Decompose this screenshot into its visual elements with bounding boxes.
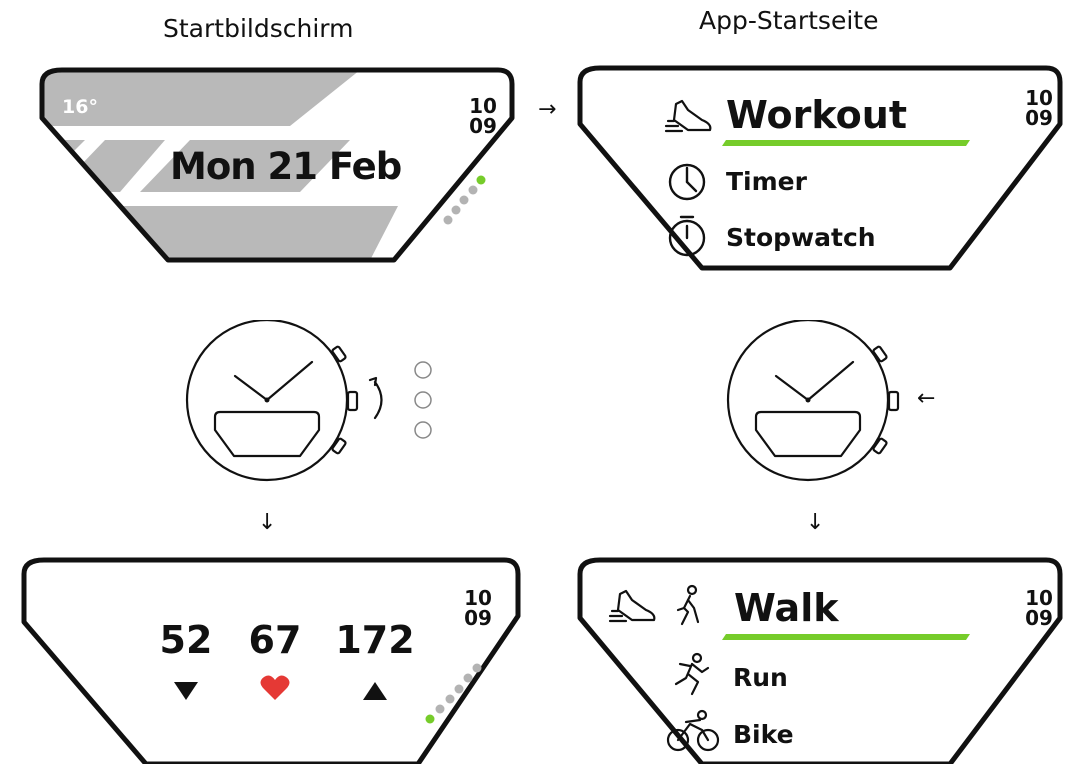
arrow-down-icon: ↓ bbox=[258, 510, 277, 535]
selection-bar bbox=[722, 634, 970, 640]
watch-display bbox=[754, 410, 862, 458]
crown bbox=[346, 390, 359, 412]
clock: 10 09 bbox=[1022, 88, 1056, 128]
rotate-arrow-icon bbox=[373, 380, 383, 420]
clock-icon bbox=[668, 163, 706, 201]
current-heart-rate: 67 bbox=[248, 618, 302, 662]
clock-minute: 09 bbox=[1025, 106, 1053, 130]
clock-minute: 09 bbox=[464, 606, 492, 630]
clock-minute: 09 bbox=[1025, 606, 1053, 630]
triangle-up-icon bbox=[363, 682, 387, 700]
page-dot-active bbox=[425, 714, 435, 724]
clock-hour: 10 bbox=[1025, 86, 1053, 110]
shoe-icon bbox=[664, 99, 712, 133]
crown bbox=[887, 390, 900, 412]
max-heart-rate: 172 bbox=[335, 618, 415, 662]
page-dot bbox=[443, 215, 453, 225]
menu-item-bike[interactable]: Bike bbox=[733, 720, 794, 749]
page-dot bbox=[472, 663, 482, 673]
min-heart-rate: 52 bbox=[159, 618, 213, 662]
home-screen: 16° Mon 21 Feb 10 09 bbox=[39, 67, 520, 270]
page-dot bbox=[445, 694, 455, 704]
shoe-icon bbox=[608, 589, 656, 623]
menu-item-timer[interactable]: Timer bbox=[726, 167, 807, 196]
watch-display bbox=[213, 410, 321, 458]
page-dot bbox=[468, 185, 478, 195]
heart-rate-screen: 52 67 172 10 09 bbox=[21, 557, 522, 764]
press-arrow-icon: ← bbox=[917, 386, 936, 411]
selection-bar bbox=[722, 140, 970, 146]
option-circle bbox=[414, 391, 432, 409]
page-dot bbox=[463, 673, 473, 683]
bike-icon bbox=[666, 709, 720, 752]
menu-item-stopwatch[interactable]: Stopwatch bbox=[726, 223, 876, 252]
arrow-right-icon: → bbox=[538, 97, 557, 122]
clock-hour: 10 bbox=[1025, 586, 1053, 610]
lower-button bbox=[872, 437, 888, 455]
clock-hour: 10 bbox=[469, 94, 497, 118]
date-label: Mon 21 Feb bbox=[170, 145, 402, 188]
clock: 10 09 bbox=[466, 96, 500, 136]
walk-icon bbox=[676, 584, 700, 626]
upper-button bbox=[872, 345, 888, 363]
option-circle bbox=[414, 361, 432, 379]
temperature: 16° bbox=[62, 96, 98, 118]
upper-button bbox=[331, 345, 347, 363]
minute-hand bbox=[806, 360, 855, 402]
page-dot bbox=[459, 195, 469, 205]
lower-button bbox=[331, 437, 347, 455]
minute-hand bbox=[265, 360, 314, 402]
triangle-down-icon bbox=[174, 682, 198, 700]
hour-hand bbox=[233, 374, 269, 402]
clock: 10 09 bbox=[1022, 588, 1056, 628]
menu-item-walk[interactable]: Walk bbox=[734, 586, 839, 630]
clock-minute: 09 bbox=[469, 114, 497, 138]
page-dot bbox=[451, 205, 461, 215]
page-dot bbox=[454, 684, 464, 694]
clock: 10 09 bbox=[461, 588, 495, 628]
watch-illustration-rotate bbox=[180, 318, 450, 485]
menu-item-workout[interactable]: Workout bbox=[726, 93, 907, 137]
workout-list-screen: Walk Run Bike 10 09 bbox=[577, 557, 1068, 764]
clock-hour: 10 bbox=[464, 586, 492, 610]
hour-hand bbox=[774, 374, 810, 402]
page-dot-active bbox=[476, 175, 486, 185]
heart-icon bbox=[260, 675, 290, 700]
watch-illustration-press: ← bbox=[725, 318, 955, 485]
run-icon bbox=[674, 652, 710, 696]
arrow-down-icon: ↓ bbox=[806, 510, 825, 535]
heading-app-home: App-Startseite bbox=[699, 6, 879, 35]
option-circle bbox=[414, 421, 432, 439]
menu-item-run[interactable]: Run bbox=[733, 663, 788, 692]
app-home-screen: Workout Timer Stopwatch 10 09 bbox=[577, 65, 1068, 273]
heading-home-screen: Startbildschirm bbox=[163, 14, 354, 43]
page-dot bbox=[435, 704, 445, 714]
